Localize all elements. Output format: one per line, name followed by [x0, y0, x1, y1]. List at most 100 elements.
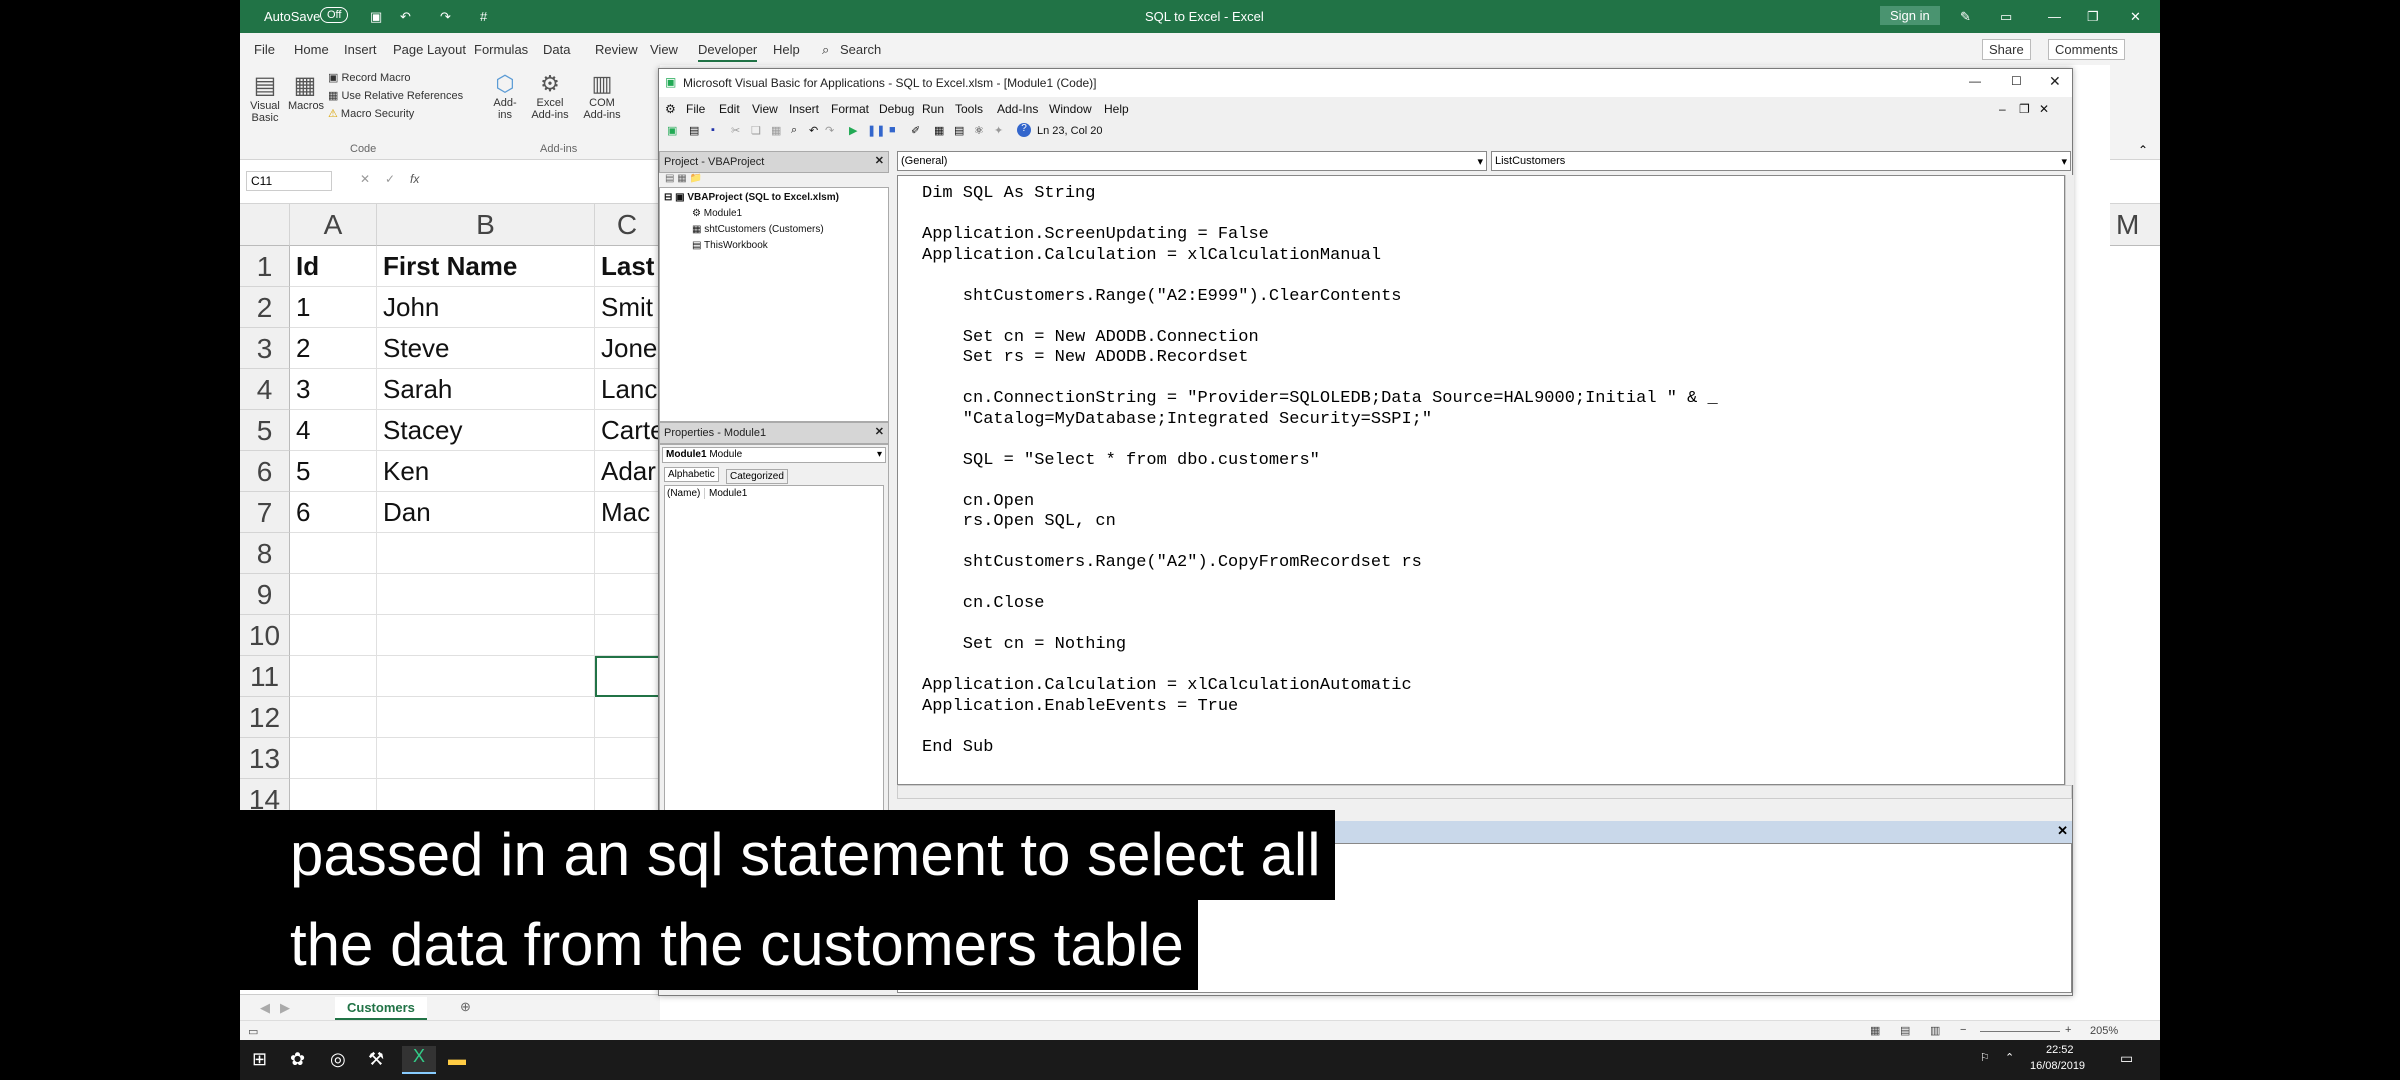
menu-edit[interactable]: Edit	[719, 102, 740, 116]
break-icon[interactable]: ❚❚	[867, 124, 885, 137]
design-mode-icon[interactable]: ✐	[911, 124, 920, 137]
cell[interactable]	[595, 738, 660, 779]
excel-addins-button[interactable]: ⚙ Excel Add-ins	[528, 71, 572, 121]
menu-help[interactable]: Help	[1104, 102, 1129, 116]
tab-data[interactable]: Data	[543, 42, 570, 57]
cell[interactable]: Carte	[595, 410, 660, 451]
tab-file[interactable]: File	[254, 42, 275, 57]
code-line[interactable]: cn.ConnectionString = "Provider=SQLOLEDB…	[922, 389, 1718, 408]
pen-icon[interactable]: ✎	[1960, 9, 1971, 25]
page-break-view-icon[interactable]: ▥	[1930, 1024, 1940, 1037]
toolbox-icon[interactable]: ✦	[994, 124, 1003, 137]
menu-run[interactable]: Run	[922, 102, 944, 116]
code-line[interactable]: End Sub	[922, 738, 993, 757]
cell[interactable]	[595, 697, 660, 738]
code-editor[interactable]: Dim SQL As String Application.ScreenUpdat…	[897, 175, 2065, 785]
cell[interactable]	[595, 574, 660, 615]
vba-maximize-icon[interactable]: ☐	[2011, 74, 2022, 88]
addins-button[interactable]: ⬡ Add-ins	[490, 71, 520, 121]
project-root[interactable]: ⊟ ▣ VBAProject (SQL to Excel.xlsm)	[664, 192, 839, 203]
cell[interactable]: 5	[290, 451, 377, 492]
select-all-corner[interactable]	[240, 204, 290, 246]
row-header[interactable]: 13	[240, 738, 290, 779]
row-header[interactable]: 5	[240, 410, 290, 451]
menu-insert[interactable]: Insert	[789, 102, 819, 116]
cut-icon[interactable]: ✂	[731, 124, 740, 137]
normal-view-icon[interactable]: ▦	[1870, 1024, 1880, 1037]
name-box[interactable]: C11	[246, 171, 332, 191]
run-icon[interactable]: ▶	[849, 124, 857, 137]
row-header[interactable]: 10	[240, 615, 290, 656]
cell[interactable]: Dan	[377, 492, 595, 533]
cell[interactable]: 4	[290, 410, 377, 451]
tab-home[interactable]: Home	[294, 42, 329, 57]
vba-redo-icon[interactable]: ↷	[825, 124, 834, 137]
cell[interactable]	[595, 615, 660, 656]
cell[interactable]: Mac	[595, 492, 660, 533]
cell[interactable]: John	[377, 287, 595, 328]
minimize-icon[interactable]: —	[2048, 9, 2061, 24]
vba-close-icon[interactable]: ✕	[2049, 73, 2061, 90]
tree-item-module1[interactable]: ⚙ Module1	[692, 208, 742, 219]
menu-format[interactable]: Format	[831, 102, 869, 116]
tab-alphabetic[interactable]: Alphabetic	[664, 467, 719, 482]
menu-window[interactable]: Window	[1049, 102, 1092, 116]
notifications-icon[interactable]: ▭	[2120, 1050, 2133, 1067]
cell[interactable]: Ken	[377, 451, 595, 492]
cell[interactable]	[290, 697, 377, 738]
procedure-dropdown[interactable]: ListCustomers ▾	[1491, 151, 2071, 171]
row-header[interactable]: 8	[240, 533, 290, 574]
tab-review[interactable]: Review	[595, 42, 638, 57]
doc-restore-icon[interactable]: ❐	[2019, 102, 2030, 116]
properties-pane-close-icon[interactable]: ✕	[875, 425, 884, 438]
taskbar-explorer-icon[interactable]: ▬	[448, 1049, 466, 1070]
column-header-c[interactable]: C	[595, 204, 660, 246]
row-header[interactable]: 6	[240, 451, 290, 492]
zoom-slider[interactable]	[1980, 1031, 2060, 1032]
cell[interactable]: Jone	[595, 328, 660, 369]
cell[interactable]	[377, 574, 595, 615]
share-button[interactable]: Share	[1982, 39, 2031, 60]
cell[interactable]: 1	[290, 287, 377, 328]
help-icon[interactable]: ?	[1017, 123, 1031, 137]
toggle-folders-icon[interactable]: 📁	[689, 173, 701, 184]
project-explorer-icon[interactable]: ▦	[934, 124, 944, 137]
ribbon-display-icon[interactable]: ▭	[2000, 9, 2012, 25]
clock-time[interactable]: 22:52	[2046, 1044, 2074, 1056]
code-line[interactable]: Dim SQL As String	[922, 184, 1095, 203]
cell[interactable]: Smit	[595, 287, 660, 328]
tree-item-thisworkbook[interactable]: ▤ ThisWorkbook	[692, 240, 768, 251]
row-header[interactable]: 2	[240, 287, 290, 328]
visual-basic-button[interactable]: ▤ Visual Basic	[248, 71, 282, 129]
save-icon[interactable]: ▣	[370, 9, 382, 25]
row-header[interactable]: 7	[240, 492, 290, 533]
code-line[interactable]: shtCustomers.Range("A2:E999").ClearConte…	[922, 287, 1402, 306]
find-icon[interactable]: ⌕	[791, 124, 797, 137]
code-line[interactable]: cn.Close	[922, 594, 1045, 613]
cell[interactable]: Id	[290, 246, 377, 287]
clock-date[interactable]: 16/08/2019	[2030, 1060, 2085, 1072]
code-line[interactable]: Set rs = New ADODB.Recordset	[922, 348, 1249, 367]
code-line[interactable]: shtCustomers.Range("A2").CopyFromRecords…	[922, 553, 1422, 572]
macro-record-icon[interactable]: ▭	[248, 1025, 258, 1038]
sheet-tab-customers[interactable]: Customers	[335, 997, 427, 1020]
code-line[interactable]: cn.Open	[922, 492, 1034, 511]
cell[interactable]: Steve	[377, 328, 595, 369]
code-line[interactable]: Application.Calculation = xlCalculationA…	[922, 676, 1412, 695]
tab-page-layout[interactable]: Page Layout	[393, 42, 466, 57]
code-line[interactable]: rs.Open SQL, cn	[922, 512, 1116, 531]
menu-debug[interactable]: Debug	[879, 102, 914, 116]
cell[interactable]: Stacey	[377, 410, 595, 451]
cell[interactable]: Lanc	[595, 369, 660, 410]
cell[interactable]	[377, 615, 595, 656]
column-header-m[interactable]: M	[2110, 204, 2160, 246]
code-line[interactable]: Application.Calculation = xlCalculationM…	[922, 246, 1381, 265]
cell[interactable]	[290, 738, 377, 779]
add-sheet-icon[interactable]: ⊕	[460, 999, 471, 1015]
signin-button[interactable]: Sign in	[1880, 6, 1940, 25]
taskbar-chrome-icon[interactable]: ◎	[330, 1049, 346, 1070]
page-layout-view-icon[interactable]: ▤	[1900, 1024, 1910, 1037]
record-macro-button[interactable]: ▣ Record Macro	[328, 71, 411, 84]
macro-security-button[interactable]: ⚠ Macro Security	[328, 107, 414, 120]
vba-undo-icon[interactable]: ↶	[809, 124, 818, 137]
